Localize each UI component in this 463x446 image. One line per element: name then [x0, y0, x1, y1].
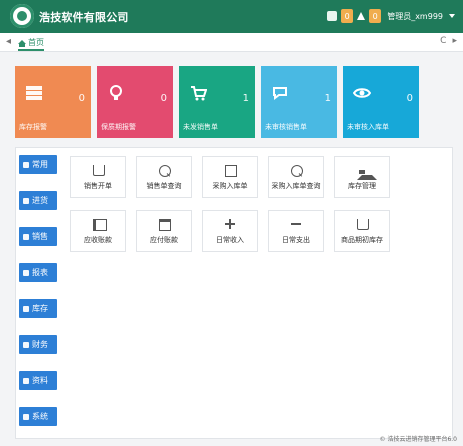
card-label: 未发销售单	[183, 123, 218, 131]
book-icon	[23, 197, 29, 204]
cart-icon	[357, 219, 369, 230]
tab-scroll-left-icon[interactable]: ◂	[6, 36, 11, 47]
quick-action-daily-income[interactable]: 日常收入	[202, 210, 258, 252]
main-panel: 常用 进货 销售 报表 库存 财务 资料 系统 销售开单 销售单查询 采购入库单…	[15, 147, 453, 439]
quick-action-payables[interactable]: 应付账款	[136, 210, 192, 252]
card-value: 0	[160, 93, 167, 104]
card-value: 1	[324, 93, 331, 104]
home-icon	[23, 305, 29, 312]
doc-icon	[225, 165, 237, 177]
eye-icon	[352, 84, 372, 102]
list-icon	[23, 377, 29, 384]
card-expiry-alert[interactable]: 0 保质期报警	[97, 66, 173, 138]
card-label: 未审核入库单	[347, 123, 389, 131]
tab-home-label: 首页	[28, 37, 44, 47]
quick-action-daily-expense[interactable]: 日常支出	[268, 210, 324, 252]
cart-icon	[23, 233, 29, 240]
sidebar-item-label: 财务	[32, 340, 48, 349]
message-icon[interactable]	[327, 11, 338, 21]
card-label: 未审核销售单	[265, 123, 307, 131]
quick-action-label: 商品期初库存	[341, 236, 383, 244]
sidebar-item-label: 系统	[32, 412, 48, 421]
quick-action-receivables[interactable]: 应收账款	[70, 210, 126, 252]
quick-action-opening-stock[interactable]: 商品期初库存	[334, 210, 390, 252]
sidebar-item-label: 常用	[32, 160, 48, 169]
sidebar-item-label: 报表	[32, 268, 48, 277]
home-icon	[18, 40, 26, 47]
sidebar-item-system[interactable]: 系统	[19, 407, 57, 426]
company-logo	[10, 4, 34, 28]
active-tab-indicator	[18, 49, 44, 51]
cart-icon	[189, 84, 208, 102]
plus-icon	[225, 219, 235, 229]
search-icon	[159, 165, 171, 177]
card-stock-alert[interactable]: 0 库存报警	[15, 66, 91, 138]
card-value: 0	[78, 93, 85, 104]
sidebar-item-label: 库存	[32, 304, 48, 313]
summary-cards: 0 库存报警 0 保质期报警 1 未发销售单 1 未审核销售单 0 未审核入库单	[15, 66, 420, 138]
card-unreviewed-sales[interactable]: 1 未审核销售单	[261, 66, 337, 138]
calendar-icon	[159, 219, 171, 231]
refresh-icon[interactable]: C	[440, 36, 446, 46]
sidebar-item-data[interactable]: 资料	[19, 371, 57, 390]
bulb-icon	[107, 84, 125, 102]
quick-action-label: 采购入库单查询	[271, 182, 321, 190]
top-bar: 浩技软件有限公司 0 0 管理员_xm999	[0, 0, 463, 33]
quick-action-purchase-inbound-query[interactable]: 采购入库单查询	[268, 156, 324, 198]
grid-icon	[23, 341, 29, 348]
megaphone-icon	[93, 219, 107, 231]
quick-action-inventory[interactable]: 库存管理	[334, 156, 390, 198]
sidebar-item-reports[interactable]: 报表	[19, 263, 57, 282]
bell-icon[interactable]	[357, 12, 366, 20]
quick-action-label: 应收账款	[84, 236, 112, 244]
footer-text: © 浩技云进销存管理平台6.0	[379, 436, 457, 443]
quick-action-label: 日常收入	[216, 236, 244, 244]
sidebar-item-label: 资料	[32, 376, 48, 385]
home-icon	[357, 165, 377, 180]
quick-action-label: 库存管理	[348, 182, 376, 190]
quick-action-label: 应付账款	[150, 236, 178, 244]
sidebar: 常用 进货 销售 报表 库存 财务 资料 系统	[19, 151, 60, 435]
quick-action-sales-query[interactable]: 销售单查询	[136, 156, 192, 198]
pencil-icon	[23, 161, 29, 168]
minus-icon	[291, 219, 301, 229]
card-label: 库存报警	[19, 123, 47, 131]
card-unreviewed-inbound[interactable]: 0 未审核入库单	[343, 66, 419, 138]
chat-icon	[271, 84, 289, 102]
sidebar-item-label: 销售	[32, 232, 48, 241]
sidebar-item-inventory[interactable]: 库存	[19, 299, 57, 318]
server-icon	[25, 84, 43, 102]
top-right-tools: 0 0 管理员_xm999	[327, 8, 455, 24]
chevron-down-icon[interactable]	[449, 14, 455, 18]
quick-actions-grid: 销售开单 销售单查询 采购入库单 采购入库单查询 库存管理 应收账款 应付账款	[70, 156, 450, 276]
sidebar-item-finance[interactable]: 财务	[19, 335, 57, 354]
notification-badge[interactable]: 0	[341, 9, 354, 23]
quick-action-sales-order[interactable]: 销售开单	[70, 156, 126, 198]
sidebar-item-common[interactable]: 常用	[19, 155, 57, 174]
app-title: 浩技软件有限公司	[39, 11, 129, 24]
tab-tools: C ▸	[440, 36, 457, 46]
quick-action-label: 日常支出	[282, 236, 310, 244]
card-value: 1	[242, 93, 249, 104]
tab-bar: ◂ 首页 C ▸	[0, 33, 463, 52]
tab-home[interactable]: 首页	[18, 34, 44, 50]
quick-action-label: 销售单查询	[146, 182, 182, 190]
quick-action-purchase-inbound[interactable]: 采购入库单	[202, 156, 258, 198]
quick-action-label: 采购入库单	[212, 182, 248, 190]
user-menu[interactable]: 管理员_xm999	[387, 11, 443, 22]
card-value: 0	[406, 93, 413, 104]
notification-badge-2[interactable]: 0	[369, 9, 382, 23]
card-label: 保质期报警	[101, 123, 136, 131]
tab-scroll-right-icon[interactable]: ▸	[452, 36, 457, 46]
chart-icon	[23, 269, 29, 276]
card-unsent-sales[interactable]: 1 未发销售单	[179, 66, 255, 138]
sidebar-item-label: 进货	[32, 196, 48, 205]
search-icon	[291, 165, 303, 177]
gear-icon	[23, 413, 29, 420]
cart-icon	[93, 165, 105, 176]
sidebar-item-purchase[interactable]: 进货	[19, 191, 57, 210]
quick-action-label: 销售开单	[84, 182, 112, 190]
sidebar-item-sales[interactable]: 销售	[19, 227, 57, 246]
